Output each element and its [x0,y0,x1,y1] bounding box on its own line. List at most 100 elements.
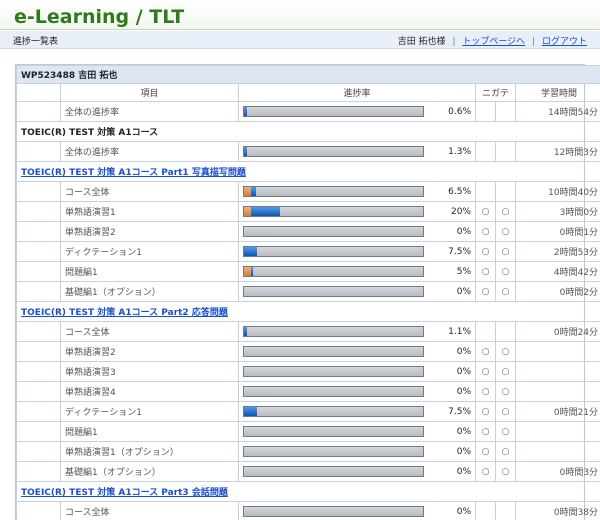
progress-percent: 0% [428,381,476,402]
nigate-mark [495,321,516,342]
progress-bar-fill [244,247,258,256]
progress-bar-weak-marker [244,267,251,276]
study-time: 2時間53分 [514,241,600,262]
progress-bar-cell [238,381,429,402]
progress-row: 単熟語演習1 20% ○ ○ 3時間0分 [16,201,600,222]
progress-row: コース全体 0% 0時間38分 [16,501,600,520]
progress-bar-cell [238,361,429,382]
nigate-mark: ○ [495,421,516,442]
item-label: コース全体 [60,321,239,342]
progress-percent: 7.5% [428,401,476,422]
study-time: 14時間54分 [514,101,600,122]
nigate-mark: ○ [495,201,516,222]
nigate-mark: ○ [495,361,516,382]
nigate-mark: ○ [475,381,496,402]
progress-bar-cell [238,401,429,422]
progress-bar-cell [238,461,429,482]
row-indent-cell [16,201,61,222]
item-label: 全体の進捗率 [60,101,239,122]
row-indent-cell [16,441,61,462]
nigate-mark [495,181,516,202]
row-indent-cell [16,341,61,362]
nigate-mark: ○ [475,341,496,362]
row-indent-cell [16,261,61,282]
progress-percent: 0% [428,441,476,462]
part-heading-link[interactable]: TOEIC(R) TEST 対策 A1コース Part1 写真描写問題 [21,168,246,178]
progress-bar-cell [238,241,429,262]
progress-row: ディクテーション1 7.5% ○ ○ 0時間21分 [16,401,600,422]
nigate-mark: ○ [475,441,496,462]
progress-bar [243,266,424,277]
progress-bar [243,346,424,357]
progress-row: 単熟語演習2 0% ○ ○ [16,341,600,362]
study-time: 0時間38分 [514,501,600,520]
progress-row: 単熟語演習2 0% ○ ○ 0時間1分 [16,221,600,242]
progress-percent: 1.1% [428,321,476,342]
nigate-mark [475,321,496,342]
progress-percent: 6.5% [428,181,476,202]
part-heading-row: TOEIC(R) TEST 対策 A1コース Part3 会話問題 [15,481,600,502]
item-label: 単熟語演習2 [60,221,239,242]
section-heading-row: TOEIC(R) TEST 対策 A1コース [15,121,600,142]
part-heading-row: TOEIC(R) TEST 対策 A1コース Part2 応答問題 [15,301,600,322]
top-page-link[interactable]: トップページへ [462,37,525,47]
progress-bar-cell [238,141,429,162]
progress-percent: 0% [428,361,476,382]
progress-bar-cell [238,441,429,462]
progress-bar-cell [238,341,429,362]
progress-bar [243,246,424,257]
progress-row: 問題編1 0% ○ ○ [16,421,600,442]
progress-bar [243,366,424,377]
item-label: 単熟語演習4 [60,381,239,402]
progress-percent: 20% [428,201,476,222]
nav-separator: | [532,37,536,47]
logout-link[interactable]: ログアウト [542,37,587,47]
nigate-mark: ○ [475,401,496,422]
item-label: コース全体 [60,501,239,520]
nigate-mark [475,181,496,202]
item-label: 基礎編1（オプション） [60,461,239,482]
progress-row: 単熟語演習4 0% ○ ○ [16,381,600,402]
nigate-mark: ○ [475,461,496,482]
header-progress: 進捗率 [238,83,476,102]
part-heading-link[interactable]: TOEIC(R) TEST 対策 A1コース Part3 会話問題 [21,488,228,498]
progress-table: WP523488 吉田 拓也 項目 進捗率 ニガテ 学習時間 全体の進捗率 0.6… [15,65,600,520]
study-time [514,361,600,382]
progress-bar [243,406,424,417]
nigate-mark: ○ [475,261,496,282]
progress-bar-cell [238,281,429,302]
progress-bar-weak-marker [244,187,251,196]
item-label: 問題編1 [60,421,239,442]
nigate-mark: ○ [495,341,516,362]
part-heading-link[interactable]: TOEIC(R) TEST 対策 A1コース Part2 応答問題 [21,308,228,318]
nigate-mark [475,501,496,520]
row-indent-cell [16,321,61,342]
progress-bar-cell [238,221,429,242]
nigate-mark [475,101,496,122]
progress-bar-fill [244,147,247,156]
nigate-mark [495,101,516,122]
nigate-mark: ○ [495,281,516,302]
nigate-mark: ○ [475,361,496,382]
study-time: 0時間24分 [514,321,600,342]
progress-row: 全体の進捗率 0.6% 14時間54分 [16,101,600,122]
nigate-mark: ○ [495,441,516,462]
progress-bar [243,326,424,337]
row-indent-cell [16,281,61,302]
app-header: e-Learning / TLT [0,0,600,30]
nigate-mark: ○ [475,201,496,222]
user-name: 吉田 拓也様 [397,37,446,47]
nigate-mark: ○ [495,401,516,422]
study-time: 10時間40分 [514,181,600,202]
progress-bar-cell [238,181,429,202]
progress-panel: WP523488 吉田 拓也 項目 進捗率 ニガテ 学習時間 全体の進捗率 0.6… [15,64,600,520]
progress-row: 全体の進捗率 1.3% 12時間3分 [16,141,600,162]
progress-bar [243,226,424,237]
study-time [514,341,600,362]
progress-bar-cell [238,201,429,222]
item-label: 単熟語演習1（オプション） [60,441,239,462]
progress-percent: 0% [428,281,476,302]
study-time: 4時間42分 [514,261,600,282]
progress-percent: 5% [428,261,476,282]
item-label: 単熟語演習3 [60,361,239,382]
